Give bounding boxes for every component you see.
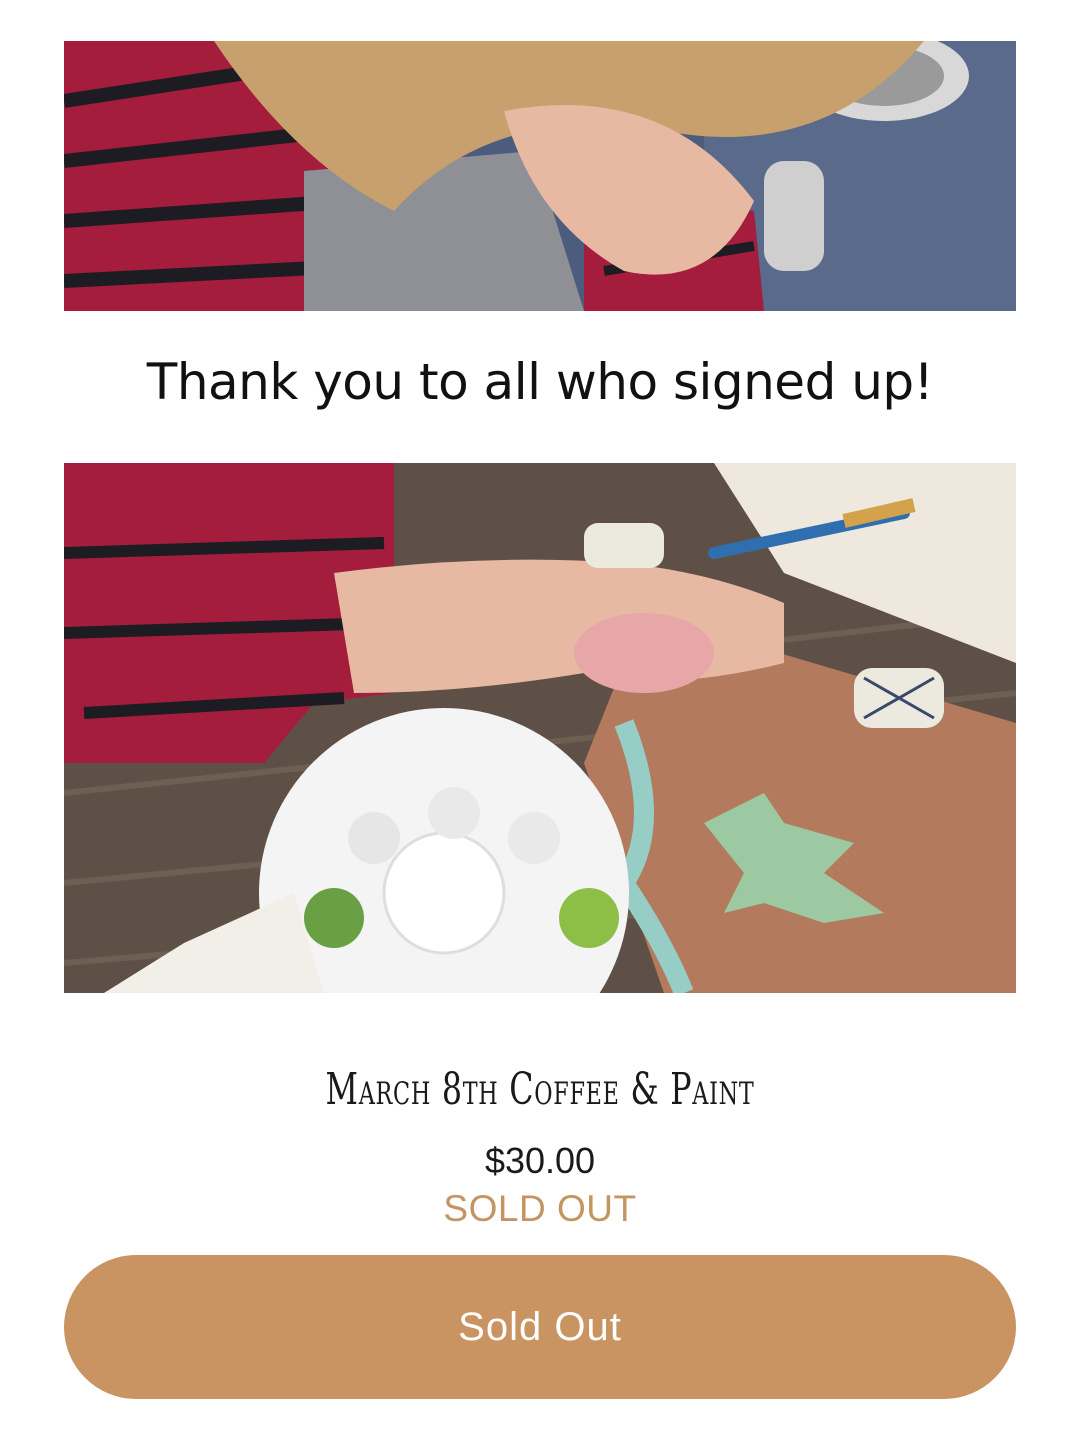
- sold-out-button[interactable]: Sold Out: [64, 1255, 1016, 1399]
- sold-out-status: SOLD OUT: [443, 1188, 637, 1229]
- hero-photo: [64, 41, 1016, 311]
- product-price: $30.00: [484, 1140, 596, 1181]
- product-title: March 8th Coffee & Paint: [325, 1064, 755, 1115]
- painting-photo: [64, 463, 1016, 993]
- thank-you-headline: Thank you to all who signed up!: [146, 353, 934, 411]
